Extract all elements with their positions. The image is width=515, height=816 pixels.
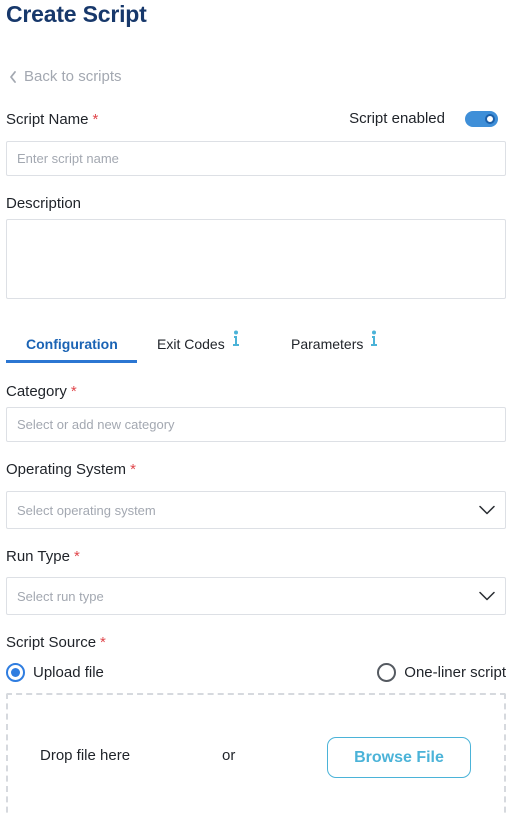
tab-configuration[interactable]: Configuration — [26, 336, 118, 370]
script-name-label: Script Name * — [6, 111, 99, 128]
info-icon — [232, 330, 239, 346]
tab-parameters[interactable]: Parameters — [291, 330, 379, 370]
run-type-select[interactable]: Select run type — [6, 577, 506, 615]
active-tab-indicator — [6, 360, 137, 363]
one-liner-radio[interactable]: One-liner script — [377, 663, 506, 682]
radio-unselected-icon — [377, 663, 397, 682]
required-mark: * — [92, 111, 99, 128]
run-type-label: Run Type * — [6, 548, 80, 565]
operating-system-select[interactable]: Select operating system — [6, 491, 506, 529]
description-textarea[interactable] — [6, 219, 506, 299]
config-tabs: Configuration Exit Codes Parameters — [6, 330, 506, 364]
chevron-left-icon — [10, 70, 16, 83]
required-mark: * — [100, 634, 106, 651]
category-label: Category * — [6, 383, 77, 400]
required-mark: * — [73, 548, 80, 565]
script-enabled-row: Script enabled — [349, 110, 498, 127]
script-enabled-label: Script enabled — [349, 110, 445, 127]
toggle-knob — [485, 113, 495, 124]
operating-system-placeholder: Select operating system — [17, 502, 156, 518]
required-mark: * — [70, 383, 77, 400]
or-text: or — [222, 747, 236, 764]
category-placeholder: Select or add new category — [17, 417, 175, 432]
drop-file-text: Drop file here — [40, 747, 131, 764]
script-source-label: Script Source * — [6, 634, 106, 651]
script-name-placeholder: Enter script name — [17, 151, 119, 166]
chevron-down-icon — [479, 505, 495, 515]
back-to-scripts-link[interactable]: Back to scripts — [8, 68, 122, 85]
run-type-placeholder: Select run type — [17, 588, 104, 604]
radio-selected-icon — [6, 663, 25, 682]
operating-system-label: Operating System * — [6, 461, 136, 478]
page-title: Create Script — [6, 1, 147, 27]
chevron-down-icon — [479, 591, 495, 601]
category-input[interactable]: Select or add new category — [6, 407, 506, 442]
tab-exit-codes[interactable]: Exit Codes — [157, 330, 241, 370]
browse-file-button[interactable]: Browse File — [327, 737, 471, 778]
upload-file-radio[interactable]: Upload file — [6, 663, 104, 682]
script-name-input[interactable]: Enter script name — [6, 141, 506, 176]
back-link-label: Back to scripts — [24, 68, 122, 85]
script-enabled-toggle[interactable] — [465, 110, 498, 127]
required-mark: * — [130, 461, 136, 478]
description-label: Description — [6, 195, 82, 212]
info-icon — [371, 330, 378, 346]
